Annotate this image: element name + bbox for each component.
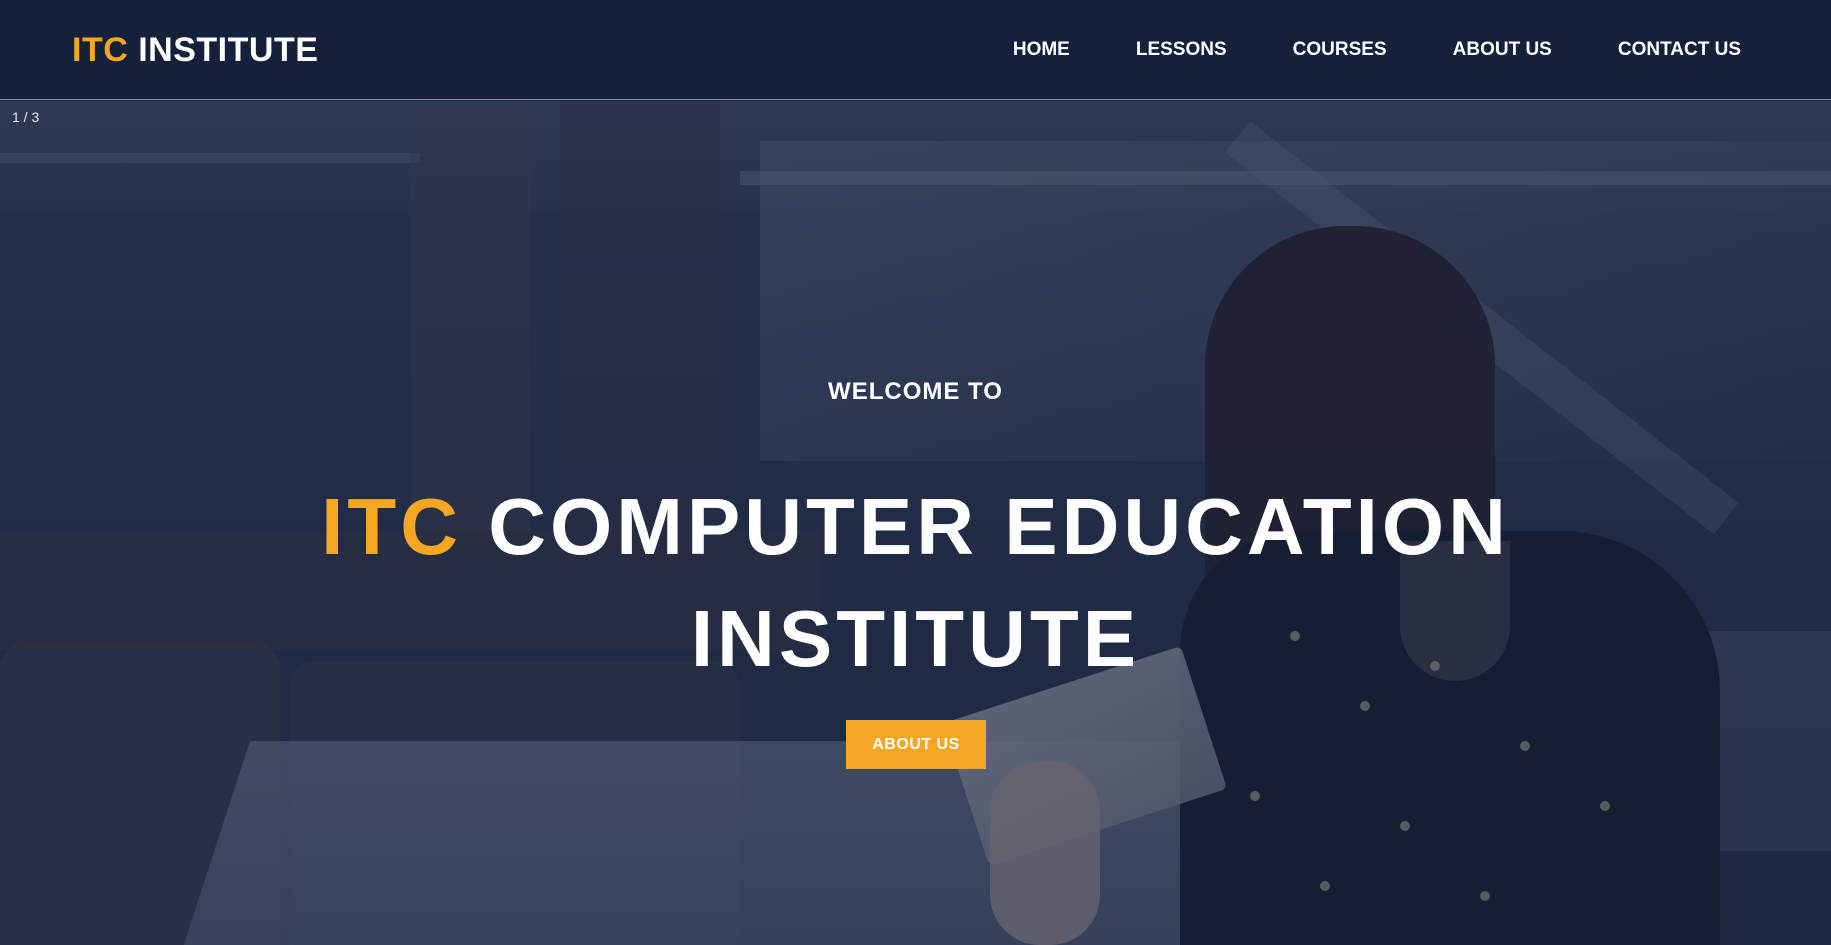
nav-about-us[interactable]: ABOUT US xyxy=(1453,38,1552,62)
nav-courses[interactable]: COURSES xyxy=(1293,38,1387,62)
hero-slider: 1 / 3 WELCOME TO ITC COMPUTER EDUCATION … xyxy=(0,101,1831,945)
hero-welcome-text: WELCOME TO xyxy=(828,378,1003,405)
nav-home[interactable]: HOME xyxy=(1013,38,1070,62)
hero-content: WELCOME TO ITC COMPUTER EDUCATION INSTIT… xyxy=(0,101,1831,945)
logo-accent-text: ITC xyxy=(72,31,129,69)
hero-title: ITC COMPUTER EDUCATION INSTITUTE xyxy=(0,471,1831,695)
site-logo[interactable]: ITC INSTITUTE xyxy=(72,30,318,70)
hero-title-line2: INSTITUTE xyxy=(690,594,1141,683)
hero-title-line1: COMPUTER EDUCATION xyxy=(488,482,1510,571)
about-us-button[interactable]: ABOUT US xyxy=(846,720,986,769)
logo-text: INSTITUTE xyxy=(138,31,319,69)
hero-title-accent: ITC xyxy=(321,482,463,571)
nav-lessons[interactable]: LESSONS xyxy=(1136,38,1227,62)
site-header: ITC INSTITUTE HOME LESSONS COURSES ABOUT… xyxy=(0,0,1831,100)
nav-contact-us[interactable]: CONTACT US xyxy=(1618,38,1741,62)
main-nav: HOME LESSONS COURSES ABOUT US CONTACT US xyxy=(1013,38,1741,62)
